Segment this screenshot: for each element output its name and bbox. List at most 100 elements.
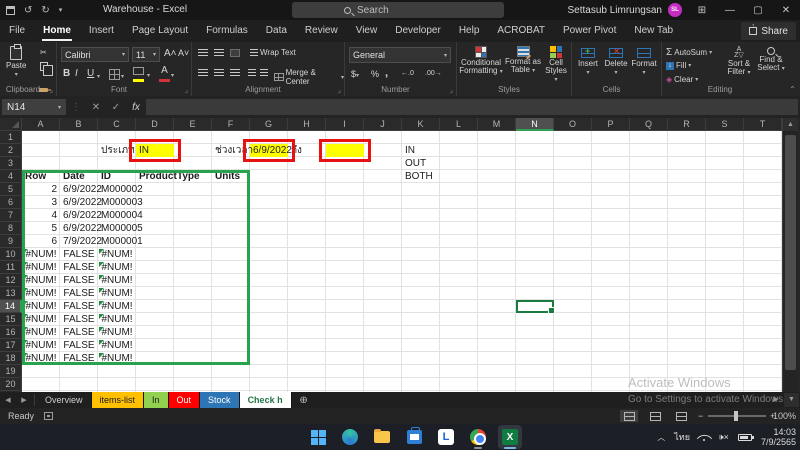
row-header-6[interactable]: 6 [0, 196, 22, 209]
sheet-tab-in[interactable]: In [144, 392, 169, 408]
ribbon-tab-acrobat[interactable]: ACROBAT [488, 20, 554, 42]
search-input[interactable]: Search [292, 2, 504, 18]
page-break-view-button[interactable] [672, 410, 690, 422]
align-right-icon[interactable] [230, 69, 240, 77]
sheet-tab-overview[interactable]: Overview [37, 392, 92, 408]
row-header-8[interactable]: 8 [0, 222, 22, 235]
borders-dropdown-icon[interactable]: ▾ [121, 71, 124, 80]
sheet-tab-stock[interactable]: Stock [200, 392, 240, 408]
column-header-A[interactable]: A [22, 118, 60, 131]
ribbon-tab-power-pivot[interactable]: Power Pivot [554, 20, 625, 42]
row-header-12[interactable]: 12 [0, 274, 22, 287]
ribbon-display-options-icon[interactable]: ⊞ [688, 0, 716, 20]
merge-center-button[interactable]: Merge & Center ▾ [274, 68, 344, 86]
alignment-dialog-launcher-icon[interactable]: ⌟ [338, 86, 341, 94]
minimize-button[interactable]: — [716, 0, 744, 20]
increase-indent-icon[interactable] [260, 69, 268, 77]
row-header-1[interactable]: 1 [0, 131, 22, 144]
ribbon-tab-page-layout[interactable]: Page Layout [123, 20, 197, 42]
row-header-9[interactable]: 9 [0, 235, 22, 248]
ribbon-tab-view[interactable]: View [347, 20, 387, 42]
find-select-button[interactable]: Find &Select ▾ [756, 47, 786, 73]
sort-filter-button[interactable]: AZ▽ Sort &Filter ▾ [724, 47, 754, 77]
row-header-3[interactable]: 3 [0, 157, 22, 170]
decrease-font-button[interactable]: A˅ [178, 48, 189, 58]
column-header-B[interactable]: B [60, 118, 98, 131]
fill-color-dropdown-icon[interactable]: ▾ [147, 70, 150, 79]
conditional-formatting-button[interactable]: ConditionalFormatting ▾ [459, 46, 503, 76]
row-header-19[interactable]: 19 [0, 365, 22, 378]
format-cells-button[interactable]: Format▾ [630, 48, 658, 76]
cell-K4[interactable]: BOTH [402, 170, 440, 183]
font-size-select[interactable]: 11▾ [132, 47, 160, 62]
clear-button[interactable]: ◈ Clear▾ [666, 75, 698, 84]
sheet-tab-out[interactable]: Out [169, 392, 201, 408]
language-indicator[interactable]: ไทย [674, 430, 690, 444]
column-header-P[interactable]: P [592, 118, 630, 131]
ribbon-tab-formulas[interactable]: Formulas [197, 20, 257, 42]
column-header-H[interactable]: H [288, 118, 326, 131]
l-app-button[interactable]: L [434, 425, 458, 449]
cell-K3[interactable]: OUT [402, 157, 440, 170]
page-layout-view-button[interactable] [646, 410, 664, 422]
row-header-13[interactable]: 13 [0, 287, 22, 300]
cancel-button[interactable]: ✕ [86, 102, 106, 113]
row-header-4[interactable]: 4 [0, 170, 22, 183]
excel-taskbar-button[interactable]: X [498, 425, 522, 449]
delete-cells-button[interactable]: Delete▾ [602, 48, 630, 76]
zoom-level[interactable]: 100% [773, 408, 796, 424]
column-header-J[interactable]: J [364, 118, 402, 131]
row-header-7[interactable]: 7 [0, 209, 22, 222]
vertical-scroll-thumb[interactable] [785, 135, 796, 370]
volume-muted-icon[interactable]: 🕩× [718, 432, 729, 443]
edge-button[interactable] [338, 425, 362, 449]
chrome-button[interactable] [466, 425, 490, 449]
font-color-dropdown-icon[interactable]: ▾ [171, 70, 174, 79]
column-header-T[interactable]: T [744, 118, 782, 131]
column-header-I[interactable]: I [326, 118, 364, 131]
close-button[interactable]: ✕ [772, 0, 800, 20]
file-explorer-button[interactable] [370, 425, 394, 449]
select-all-corner[interactable] [0, 118, 22, 131]
underline-dropdown-icon[interactable]: ▾ [97, 71, 100, 80]
row-header-15[interactable]: 15 [0, 313, 22, 326]
scroll-up-icon[interactable]: ▲ [783, 118, 798, 131]
column-header-N[interactable]: N [516, 118, 554, 131]
increase-decimal-button[interactable]: ←.0 [401, 70, 414, 77]
bold-button[interactable]: B [63, 68, 70, 79]
copy-button[interactable] [40, 62, 48, 71]
italic-button[interactable]: I [75, 68, 78, 79]
start-button[interactable] [306, 425, 330, 449]
row-header-14[interactable]: 14 [0, 300, 22, 313]
bottom-align-icon[interactable] [230, 49, 240, 57]
fill-button[interactable]: ↓ Fill▾ [666, 61, 691, 70]
column-header-O[interactable]: O [554, 118, 592, 131]
autosum-button[interactable]: Σ AutoSum▾ [666, 47, 712, 58]
share-button[interactable]: Share [741, 22, 796, 40]
column-header-S[interactable]: S [706, 118, 744, 131]
account-area[interactable]: Settasub Limrungsan SL [567, 0, 682, 20]
number-format-select[interactable]: General▾ [349, 47, 451, 63]
decrease-decimal-button[interactable]: .00→ [425, 70, 442, 77]
fill-color-button[interactable] [133, 67, 144, 84]
sheet-tab-check-h[interactable]: Check h [240, 392, 292, 408]
row-header-16[interactable]: 16 [0, 326, 22, 339]
ribbon-tab-new-tab[interactable]: New Tab [625, 20, 682, 42]
cut-button[interactable]: ✂ [40, 48, 47, 57]
tray-chevron-icon[interactable]: ︿ [657, 432, 665, 443]
formula-input[interactable] [146, 99, 798, 115]
middle-align-icon[interactable] [214, 49, 224, 57]
decrease-indent-icon[interactable] [248, 69, 256, 77]
cell-K2[interactable]: IN [402, 144, 440, 157]
column-header-M[interactable]: M [478, 118, 516, 131]
avatar[interactable]: SL [668, 3, 682, 17]
wifi-icon[interactable] [699, 433, 709, 441]
new-sheet-button[interactable]: ⊕ [292, 392, 316, 408]
percent-style-button[interactable]: % [371, 69, 379, 79]
column-header-L[interactable]: L [440, 118, 478, 131]
battery-icon[interactable] [738, 434, 752, 441]
sheet-tab-items-list[interactable]: items-list [92, 392, 145, 408]
column-header-C[interactable]: C [98, 118, 136, 131]
font-color-button[interactable]: A [159, 66, 170, 84]
insert-cells-button[interactable]: Insert▾ [574, 48, 602, 76]
